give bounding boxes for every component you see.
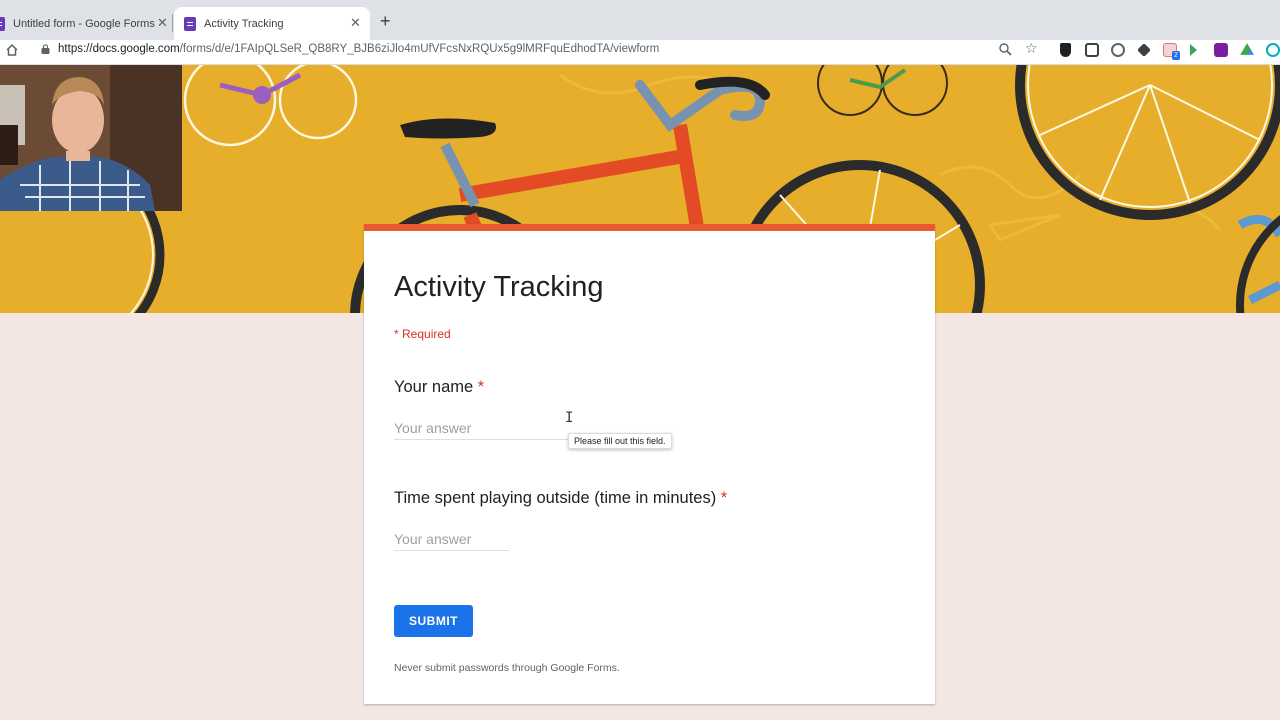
webcam-overlay (0, 65, 182, 211)
bookmark-star-icon[interactable]: ☆ (1025, 41, 1038, 55)
your-name-input[interactable] (394, 416, 574, 440)
close-icon[interactable]: ✕ (350, 16, 361, 29)
required-asterisk: * (720, 489, 728, 507)
address-bar[interactable]: https://docs.google.com/forms/d/e/1FAIpQ… (58, 43, 659, 55)
extension-badge: 2 (1172, 51, 1180, 60)
url-host: https://docs.google.com (58, 43, 180, 55)
tab-activity-tracking[interactable]: Activity Tracking ✕ (174, 7, 370, 40)
new-tab-button[interactable]: + (380, 12, 391, 30)
required-note: * Required (394, 327, 451, 341)
extension-rocket-icon[interactable] (1137, 43, 1151, 57)
validation-tooltip: Please fill out this field. (568, 433, 672, 449)
extension-puzzle-icon[interactable]: 2 (1163, 43, 1180, 60)
submit-button[interactable]: SUBMIT (394, 605, 473, 637)
form-title: Activity Tracking (394, 271, 604, 303)
browser-toolbar: https://docs.google.com/forms/d/e/1FAIpQ… (0, 40, 1280, 65)
tab-title: Activity Tracking (204, 17, 284, 30)
tab-strip: Untitled form - Google Forms ✕ Activity … (0, 0, 1280, 40)
onenote-icon[interactable] (1214, 43, 1228, 57)
question-time-outside: Time spent playing outside (time in minu… (394, 489, 727, 508)
time-outside-input[interactable] (394, 527, 509, 551)
question-label: Time spent playing outside (time in minu… (394, 489, 717, 507)
extension-cyan-icon[interactable] (1266, 43, 1280, 57)
google-forms-icon (0, 16, 5, 31)
google-drive-icon[interactable] (1240, 43, 1254, 55)
extension-circle-icon[interactable] (1111, 43, 1125, 57)
form-card: Activity Tracking * Required Your name *… (364, 224, 935, 704)
extension-shield-icon[interactable] (1060, 43, 1071, 57)
question-your-name: Your name * (394, 378, 484, 397)
url-path: /forms/d/e/1FAIpQLSeR_QB8RY_BJB6ziJlo4mU… (179, 43, 660, 55)
presenter-video-image (0, 65, 182, 211)
text-cursor-icon: I (565, 410, 574, 426)
password-warning: Never submit passwords through Google Fo… (394, 662, 620, 674)
required-asterisk: * (477, 378, 485, 396)
home-icon[interactable] (5, 43, 19, 57)
google-forms-icon (184, 16, 196, 31)
lock-icon[interactable] (41, 44, 50, 54)
question-label: Your name (394, 378, 474, 396)
tab-untitled-form[interactable]: Untitled form - Google Forms ✕ (0, 7, 172, 40)
tab-title: Untitled form - Google Forms (13, 17, 155, 30)
close-icon[interactable]: ✕ (157, 16, 168, 29)
tab-divider (172, 14, 173, 32)
extension-square-icon[interactable] (1085, 43, 1099, 57)
extension-play-icon[interactable] (1190, 44, 1197, 56)
zoom-icon[interactable] (998, 42, 1013, 57)
